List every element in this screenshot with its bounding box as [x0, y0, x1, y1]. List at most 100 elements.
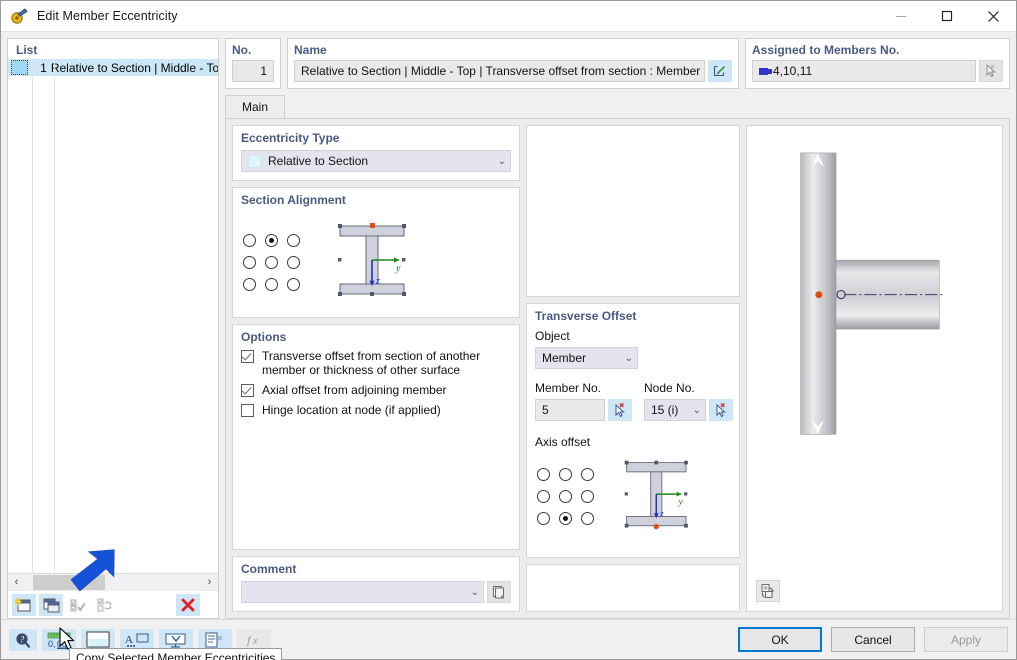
- name-edit-button[interactable]: [708, 60, 732, 82]
- member-no-input[interactable]: 5: [535, 399, 605, 421]
- tab-content-main: Eccentricity Type Relative to Section ⌄ …: [225, 118, 1010, 619]
- i-beam-section-alignment-diagram: y z: [320, 218, 432, 309]
- transverse-offset-group: Transverse Offset Object Member ⌄ Member…: [526, 303, 740, 558]
- eccentricity-type-group: Eccentricity Type Relative to Section ⌄: [232, 125, 520, 181]
- axis-offset-radio-1-0[interactable]: [537, 490, 550, 503]
- tab-middle-column: Transverse Offset Object Member ⌄ Member…: [526, 125, 740, 612]
- section-alignment-radio-0-1[interactable]: [265, 234, 278, 247]
- minimize-button[interactable]: [878, 1, 924, 32]
- list-horizontal-scrollbar[interactable]: ‹ ›: [8, 573, 218, 590]
- assigned-members-input[interactable]: 4,10,11: [752, 60, 976, 82]
- scroll-thumb[interactable]: [33, 575, 105, 590]
- chevron-down-icon[interactable]: ⌄: [693, 405, 701, 416]
- chevron-down-icon[interactable]: ⌄: [471, 587, 479, 598]
- object-label: Object: [535, 329, 731, 343]
- new-member-eccentricity-button[interactable]: [12, 594, 36, 616]
- apply-button[interactable]: Apply: [924, 627, 1008, 652]
- upper-empty-pane: [526, 125, 740, 297]
- invert-selection-button[interactable]: [93, 594, 117, 616]
- option-transverse-offset[interactable]: Transverse offset from section of anothe…: [241, 349, 511, 377]
- member-no-label: Member No.: [535, 381, 632, 395]
- delete-button[interactable]: [176, 594, 200, 616]
- section-alignment-group: Section Alignment: [232, 187, 520, 318]
- svg-text:y: y: [678, 497, 684, 507]
- axis-offset-radio-1-1[interactable]: [559, 490, 572, 503]
- option-label-hinge-location: Hinge location at node (if applied): [262, 403, 441, 417]
- title-bar: Edit Member Eccentricity: [1, 1, 1016, 32]
- assigned-members-value: 4,10,11: [773, 64, 812, 78]
- number-input[interactable]: 1: [232, 60, 274, 82]
- tab-strip: Main: [225, 95, 1010, 118]
- eccentricity-type-color-swatch: [248, 155, 261, 168]
- comment-copy-button[interactable]: [487, 581, 511, 603]
- list-body[interactable]: 1 Relative to Section | Middle - To: [8, 59, 218, 573]
- close-button[interactable]: [970, 1, 1016, 32]
- axis-offset-radio-0-0[interactable]: [537, 468, 550, 481]
- section-alignment-radio-1-2[interactable]: [287, 256, 300, 269]
- axis-offset-radio-grid[interactable]: [535, 466, 598, 529]
- list-column-divider-1: [32, 59, 33, 573]
- dialog-buttons: OK Cancel Apply: [738, 627, 1008, 652]
- select-all-button[interactable]: [66, 594, 90, 616]
- svg-text:z: z: [375, 276, 380, 287]
- axis-offset-radio-2-2[interactable]: [581, 512, 594, 525]
- axis-offset-label: Axis offset: [535, 435, 731, 449]
- option-axial-offset[interactable]: Axial offset from adjoining member: [241, 383, 511, 397]
- maximize-button[interactable]: [924, 1, 970, 32]
- section-alignment-radio-1-0[interactable]: [243, 256, 256, 269]
- axis-offset-radio-2-1[interactable]: [559, 512, 572, 525]
- section-alignment-radio-0-2[interactable]: [287, 234, 300, 247]
- assigned-members-group: Assigned to Members No. 4,10,11: [745, 38, 1010, 89]
- checkbox-axial-offset[interactable]: [241, 384, 254, 397]
- section-alignment-radio-2-1[interactable]: [265, 278, 278, 291]
- assigned-members-pick-button[interactable]: [979, 60, 1003, 82]
- list-toolbar: [8, 590, 218, 618]
- chevron-down-icon[interactable]: ⌄: [498, 156, 506, 167]
- object-select[interactable]: Member ⌄: [535, 347, 638, 369]
- option-label-transverse-offset: Transverse offset from section of anothe…: [262, 349, 511, 377]
- comment-select[interactable]: ⌄: [241, 581, 484, 603]
- section-alignment-radio-grid[interactable]: [241, 232, 304, 295]
- options-group: Options Transverse offset from section o…: [232, 324, 520, 550]
- axis-offset-radio-0-2[interactable]: [581, 468, 594, 481]
- help-button[interactable]: ?: [9, 629, 37, 651]
- name-input[interactable]: Relative to Section | Middle - Top | Tra…: [294, 60, 705, 82]
- section-alignment-radio-0-0[interactable]: [243, 234, 256, 247]
- axis-offset-radio-1-2[interactable]: [581, 490, 594, 503]
- ok-button[interactable]: OK: [738, 627, 822, 652]
- axis-offset-radio-2-0[interactable]: [537, 512, 550, 525]
- options-label: Options: [241, 330, 511, 344]
- edit-member-eccentricity-dialog: Edit Member Eccentricity List: [0, 0, 1017, 660]
- eccentricity-type-select[interactable]: Relative to Section ⌄: [241, 150, 511, 172]
- node-no-select[interactable]: 15 (i) ⌄: [644, 399, 706, 421]
- axis-offset-radio-0-1[interactable]: [559, 468, 572, 481]
- section-alignment-radio-1-1[interactable]: [265, 256, 278, 269]
- object-value: Member: [542, 351, 586, 365]
- scroll-left-arrow-icon[interactable]: ‹: [8, 574, 25, 591]
- copy-selected-member-eccentricities-button[interactable]: [39, 594, 63, 616]
- lower-empty-pane: [526, 564, 740, 612]
- section-alignment-radio-2-2[interactable]: [287, 278, 300, 291]
- member-no-pick-button[interactable]: [608, 399, 632, 421]
- svg-text:0,: 0,: [48, 639, 56, 649]
- eccentricities-list-panel: List 1 Relative to Section | Middle - To…: [7, 38, 219, 619]
- svg-text:y: y: [395, 263, 401, 274]
- tab-main[interactable]: Main: [225, 95, 285, 118]
- scroll-track[interactable]: [25, 574, 201, 591]
- list-header-label: List: [8, 39, 218, 59]
- cancel-button[interactable]: Cancel: [831, 627, 915, 652]
- chevron-down-icon[interactable]: ⌄: [625, 353, 633, 364]
- comment-group: Comment ⌄: [232, 556, 520, 612]
- section-alignment-radio-2-0[interactable]: [243, 278, 256, 291]
- member-eccentricity-3d-preview[interactable]: [746, 125, 1003, 612]
- assigned-members-label: Assigned to Members No.: [752, 43, 1003, 57]
- node-no-pick-button[interactable]: [709, 399, 733, 421]
- list-item[interactable]: 1 Relative to Section | Middle - To: [8, 59, 218, 76]
- scroll-right-arrow-icon[interactable]: ›: [201, 574, 218, 591]
- list-item-label: Relative to Section | Middle - To: [51, 61, 218, 75]
- preview-save-view-button[interactable]: [756, 580, 780, 602]
- checkbox-hinge-location[interactable]: [241, 404, 254, 417]
- checkbox-transverse-offset[interactable]: [241, 350, 254, 363]
- option-hinge-location[interactable]: Hinge location at node (if applied): [241, 403, 511, 417]
- list-column: List 1 Relative to Section | Middle - To…: [7, 38, 219, 619]
